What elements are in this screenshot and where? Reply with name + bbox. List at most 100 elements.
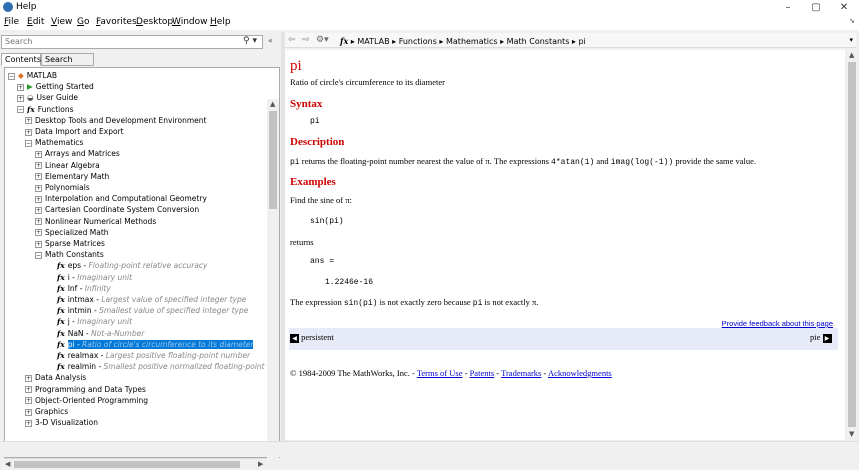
tree-hscroll-thumb[interactable] — [14, 461, 240, 468]
tree-item-text[interactable]: User Guide — [37, 93, 79, 102]
tree-node[interactable]: − Mathematics — [25, 137, 83, 148]
tree-function-item[interactable]: fx i - Imaginary unit — [57, 272, 132, 283]
tree-item-text[interactable]: Graphics — [35, 407, 68, 416]
prev-arrow-icon[interactable]: ◀ — [290, 334, 299, 343]
tree-node[interactable]: + Nonlinear Numerical Methods — [35, 216, 156, 227]
search-icon[interactable]: ⚲ ▾ — [243, 36, 257, 46]
menu-favorites[interactable]: Favorites — [96, 17, 137, 27]
tree-item-text[interactable]: MATLAB — [27, 71, 57, 80]
tree-function-item[interactable]: fx intmin - Smallest value of specified i… — [57, 305, 248, 316]
menu-overflow-icon[interactable]: ➘ — [849, 17, 855, 25]
tree-item-text[interactable]: Desktop Tools and Development Environmen… — [35, 116, 206, 125]
tree-item-text[interactable]: Specialized Math — [45, 228, 109, 237]
tree-item-text[interactable]: intmin - Smallest value of specified int… — [68, 306, 249, 315]
prev-page-label[interactable]: persistent — [301, 332, 334, 342]
tree-node[interactable]: + Object-Oriented Programming — [25, 395, 148, 406]
expand-node-icon[interactable]: + — [25, 419, 32, 427]
tree-item-text[interactable]: Data Import and Export — [35, 127, 124, 136]
menu-view[interactable]: View — [51, 17, 72, 27]
tree-item-text[interactable]: Elementary Math — [45, 172, 109, 181]
tree-node[interactable]: + Polynomials — [35, 182, 90, 193]
expand-node-icon[interactable]: + — [17, 94, 24, 102]
search-input[interactable]: Search ⚲ ▾ — [1, 35, 263, 49]
tree-node[interactable]: − Math Constants — [35, 249, 104, 260]
tree-node[interactable]: + Cartesian Coordinate System Conversion — [35, 204, 199, 215]
close-button[interactable]: ✕ — [830, 0, 858, 15]
expand-node-icon[interactable]: + — [25, 374, 32, 382]
maximize-button[interactable]: ▢ — [802, 0, 830, 15]
back-icon[interactable]: ⇦ — [288, 35, 296, 45]
tree-node[interactable]: + Linear Algebra — [35, 160, 100, 171]
expand-node-icon[interactable]: + — [35, 162, 42, 170]
menu-help[interactable]: Help — [210, 17, 231, 27]
breadcrumb-dropdown-icon[interactable]: ▾ — [849, 36, 853, 44]
collapse-pane-icon[interactable]: « — [268, 36, 273, 45]
tree-item-text[interactable]: Object-Oriented Programming — [35, 396, 148, 405]
scroll-left-icon[interactable]: ◀ — [5, 460, 10, 468]
tree-node[interactable]: + Desktop Tools and Development Environme… — [25, 115, 206, 126]
expand-node-icon[interactable]: + — [25, 117, 32, 125]
expand-node-icon[interactable]: + — [35, 229, 42, 237]
content-scroll-up-icon[interactable]: ▲ — [849, 51, 854, 59]
terms-link[interactable]: Terms of Use — [417, 368, 463, 378]
tree-item-text[interactable]: Functions — [38, 105, 74, 114]
content-scroll-thumb[interactable] — [848, 62, 856, 427]
expand-node-icon[interactable]: + — [35, 195, 42, 203]
scroll-up-icon[interactable]: ▲ — [270, 100, 275, 108]
tab-contents[interactable]: Contents — [1, 53, 41, 66]
content-scrollbar[interactable]: ▲ ▼ — [846, 50, 858, 440]
tree-node[interactable]: − fx Functions — [17, 104, 74, 115]
breadcrumb-math-constants[interactable]: Math Constants — [507, 37, 570, 46]
expand-node-icon[interactable]: + — [25, 397, 32, 405]
menu-file[interactable]: File — [4, 17, 19, 27]
next-page-link[interactable]: pie ▶ — [810, 332, 832, 343]
tree-function-item[interactable]: fx intmax - Largest value of specified in… — [57, 294, 246, 305]
tree-item-text[interactable]: Linear Algebra — [45, 161, 100, 170]
tree-item-text[interactable]: Polynomials — [45, 183, 90, 192]
tree-node[interactable]: + Elementary Math — [35, 171, 109, 182]
scroll-right-icon[interactable]: ▶ — [258, 460, 263, 468]
patents-link[interactable]: Patents — [470, 368, 495, 378]
tree-node[interactable]: + Data Import and Export — [25, 126, 124, 137]
collapse-node-icon[interactable]: − — [8, 72, 15, 80]
tree-node[interactable]: +3-D Visualization — [25, 417, 98, 428]
tree-scroll-thumb[interactable] — [269, 111, 277, 209]
tree-item-text[interactable]: Arrays and Matrices — [45, 149, 120, 158]
breadcrumb-pi[interactable]: pi — [578, 37, 585, 46]
tree-item-text[interactable]: Mathematics — [35, 138, 83, 147]
tree-node[interactable]: + Graphics — [25, 406, 68, 417]
expand-node-icon[interactable]: + — [17, 83, 24, 91]
tree-function-item[interactable]: fx realmin - Smallest positive normalized… — [57, 361, 279, 372]
tree-node[interactable]: + ▶ Getting Started — [17, 81, 94, 92]
tree-item-text[interactable]: i - Imaginary unit — [68, 273, 132, 282]
menu-desktop[interactable]: Desktop — [136, 17, 173, 27]
menu-go[interactable]: Go — [77, 17, 90, 27]
tree-item-text[interactable]: Sparse Matrices — [45, 239, 105, 248]
tree-node[interactable]: + Data Analysis — [25, 372, 86, 383]
tree-item-text[interactable]: realmin - Smallest positive normalized f… — [68, 362, 279, 371]
tree-item-text[interactable]: Inf - Infinity — [68, 284, 111, 293]
expand-node-icon[interactable]: + — [35, 240, 42, 248]
breadcrumb-matlab[interactable]: MATLAB — [357, 37, 389, 46]
tree-function-item[interactable]: fx NaN - Not-a-Number — [57, 328, 144, 339]
tab-search-results[interactable]: Search Results — [41, 53, 94, 76]
expand-node-icon[interactable]: + — [35, 218, 42, 226]
menu-edit[interactable]: Edit — [27, 17, 44, 27]
tree-item-text[interactable]: Getting Started — [36, 82, 94, 91]
expand-node-icon[interactable]: + — [35, 184, 42, 192]
tree-item-text[interactable]: Data Analysis — [35, 373, 86, 382]
next-page-label[interactable]: pie — [810, 332, 820, 342]
tree-item-text[interactable]: Interpolation and Computational Geometry — [45, 194, 207, 203]
breadcrumb-functions[interactable]: Functions — [399, 37, 437, 46]
tree-item-text[interactable]: Math Constants — [45, 250, 104, 259]
tree-node[interactable]: + Programming and Data Types — [25, 384, 146, 395]
minimize-button[interactable]: – — [774, 0, 802, 15]
tree-vertical-scrollbar[interactable]: ▲ ▼ — [267, 99, 279, 460]
tree-item-text[interactable]: realmax - Largest positive floating-poin… — [68, 351, 250, 360]
trademarks-link[interactable]: Trademarks — [501, 368, 541, 378]
collapse-node-icon[interactable]: − — [17, 106, 24, 114]
tree-item-text[interactable]: pi - Ratio of circle's circumference to … — [67, 339, 254, 349]
tree-item-text[interactable]: Nonlinear Numerical Methods — [45, 217, 156, 226]
tree-node[interactable]: + Interpolation and Computational Geometr… — [35, 193, 207, 204]
tree-item-text[interactable]: j - Imaginary unit — [68, 317, 132, 326]
